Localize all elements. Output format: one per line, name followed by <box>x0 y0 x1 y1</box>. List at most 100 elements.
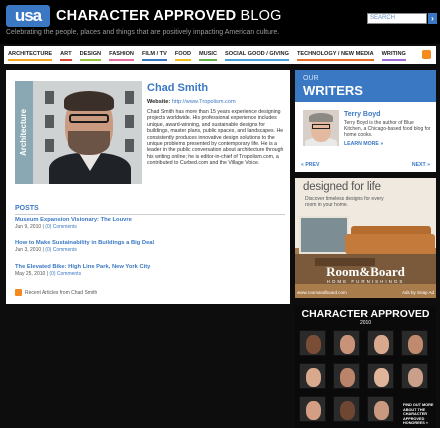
nav-item-architecture[interactable]: ARCHITECTURE <box>8 50 53 61</box>
post-meta: May 25, 2010 | (0) Comments <box>15 271 275 277</box>
window-shape <box>125 139 134 152</box>
post-meta: Jun 9, 2010 | (0) Comments <box>15 224 275 230</box>
writer-name[interactable]: Terry Boyd <box>344 110 380 119</box>
post-item: The Elevated Bike: High Line Park, New Y… <box>15 264 275 277</box>
post-date: May 25, 2010 | <box>15 271 48 277</box>
honoree-photo[interactable] <box>367 396 394 422</box>
nav-item-music[interactable]: MUSIC <box>199 50 218 61</box>
nav-item-design[interactable]: DESIGN <box>79 50 102 61</box>
ad-provider[interactable]: Ads by Snap Ad <box>402 290 434 296</box>
honoree-photo[interactable] <box>401 363 428 389</box>
writer-avatar[interactable] <box>303 110 339 146</box>
ad-subtitle: Discover timeless designs for every room… <box>305 196 384 208</box>
posts-heading: POSTS <box>15 205 39 212</box>
recent-articles[interactable]: Recent Articles from Chad Smith <box>15 289 97 297</box>
honoree-photo[interactable] <box>299 396 326 422</box>
search-input[interactable]: SEARCH <box>367 13 427 24</box>
nav-item-writing[interactable]: WRITING <box>381 50 406 61</box>
face-shape <box>408 335 423 354</box>
character-approved-title[interactable]: CHARACTER APPROVED <box>295 308 436 320</box>
category-nav: ARCHITECTURE ART DESIGN FASHION FILM / T… <box>4 46 436 64</box>
category-label[interactable]: Architecture <box>15 81 33 184</box>
author-website: Website: http://www.Tropolism.com <box>147 99 236 106</box>
prev-button[interactable]: « PREV <box>301 162 319 168</box>
honoree-photo[interactable] <box>401 330 428 356</box>
author-glasses <box>69 114 109 123</box>
honoree-photo[interactable] <box>333 396 360 422</box>
rss-icon[interactable] <box>422 50 431 59</box>
honoree-photo[interactable] <box>333 330 360 356</box>
window-shape <box>45 139 54 152</box>
post-title-link[interactable]: How to Make Sustainability in Buildings … <box>15 240 275 247</box>
usa-logo[interactable]: usa <box>6 5 50 27</box>
post-title-link[interactable]: The Elevated Bike: High Line Park, New Y… <box>15 264 275 271</box>
ad-brand: Room&Board <box>326 264 405 279</box>
post-comments-link[interactable]: (0) Comments <box>45 224 77 230</box>
post-date: Jun 9, 2010 | <box>15 224 44 230</box>
search-button[interactable]: › <box>428 13 437 24</box>
window-shape <box>45 115 54 128</box>
nav-item-social-good[interactable]: SOCIAL GOOD / GIVING <box>225 50 289 61</box>
window-shape <box>45 91 54 104</box>
writers-our: OUR <box>303 75 319 82</box>
post-title-link[interactable]: Museum Expansion Visionary: The Louvre <box>15 217 275 224</box>
ad-brand-sub: HOME FURNISHINGS <box>326 279 405 284</box>
face-shape <box>340 335 355 354</box>
post-item: How to Make Sustainability in Buildings … <box>15 240 275 253</box>
honoree-photo[interactable] <box>367 363 394 389</box>
character-approved-panel: CHARACTER APPROVED 2010 FIND OUT MORE AB… <box>295 306 436 428</box>
post-meta: Jun 3, 2010 | (0) Comments <box>15 247 275 253</box>
face-shape <box>306 368 321 387</box>
post-date: Jun 3, 2010 | <box>15 247 44 253</box>
nav-item-food[interactable]: FOOD <box>174 50 191 61</box>
author-bio: Chad Smith has more than 15 years experi… <box>147 109 284 167</box>
author-hair <box>64 91 114 111</box>
honoree-photo[interactable] <box>299 363 326 389</box>
writers-header: OUR WRITERS <box>295 70 436 102</box>
face-shape <box>408 368 423 387</box>
writer-hair <box>309 113 333 122</box>
room-and-board-ad[interactable]: designed for life Discover timeless desi… <box>295 178 436 298</box>
honorees-link[interactable]: FIND OUT MORE ABOUT THE CHARACTER APPROV… <box>403 403 435 426</box>
ad-sofa <box>345 234 435 254</box>
honoree-photo[interactable] <box>299 330 326 356</box>
nav-item-film-tv[interactable]: FILM / TV <box>141 50 167 61</box>
character-approved-year: 2010 <box>359 320 372 326</box>
recent-articles-link[interactable]: Recent Articles from Chad Smith <box>25 290 97 296</box>
author-name: Chad Smith <box>147 82 209 94</box>
face-shape <box>374 368 389 387</box>
face-shape <box>340 401 355 420</box>
divider <box>15 214 285 215</box>
face-shape <box>374 401 389 420</box>
nav-item-art[interactable]: ART <box>60 50 72 61</box>
author-panel: Architecture Chad Smith Website: http://… <box>6 70 290 304</box>
post-comments-link[interactable]: (0) Comments <box>49 271 81 277</box>
site-title-light: BLOG <box>240 8 282 24</box>
author-photo <box>15 81 142 184</box>
writer-bio: Terry Boyd is the author of Blue Kitchen… <box>344 120 431 138</box>
window-shape <box>125 115 134 128</box>
nav-item-fashion[interactable]: FASHION <box>109 50 134 61</box>
face-shape <box>374 335 389 354</box>
honoree-photo[interactable] <box>367 330 394 356</box>
post-item: Museum Expansion Visionary: The Louvre J… <box>15 217 275 230</box>
next-button[interactable]: NEXT » <box>412 162 430 168</box>
window-shape <box>125 91 134 104</box>
ad-url[interactable]: www.roomandboard.com <box>297 290 347 296</box>
post-comments-link[interactable]: (0) Comments <box>45 247 77 253</box>
website-label: Website: <box>147 99 171 105</box>
honoree-photo[interactable] <box>333 363 360 389</box>
face-shape <box>306 335 321 354</box>
author-beard <box>68 131 110 155</box>
learn-more-link[interactable]: LEARN MORE » <box>344 141 383 147</box>
site-title-bold: CHARACTER APPROVED <box>56 8 237 24</box>
nav-item-technology[interactable]: TECHNOLOGY / NEW MEDIA <box>296 50 374 61</box>
website-link[interactable]: http://www.Tropolism.com <box>172 99 236 105</box>
site-title[interactable]: CHARACTER APPROVED BLOG <box>56 7 282 25</box>
writers-title: WRITERS <box>303 83 363 98</box>
ad-title: designed for life <box>303 181 381 193</box>
face-shape <box>306 401 321 420</box>
writers-panel: OUR WRITERS Terry Boyd Terry Boyd is the… <box>295 70 436 172</box>
rss-icon <box>15 289 22 296</box>
site-header: usa CHARACTER APPROVED BLOG Celebrating … <box>0 0 440 44</box>
